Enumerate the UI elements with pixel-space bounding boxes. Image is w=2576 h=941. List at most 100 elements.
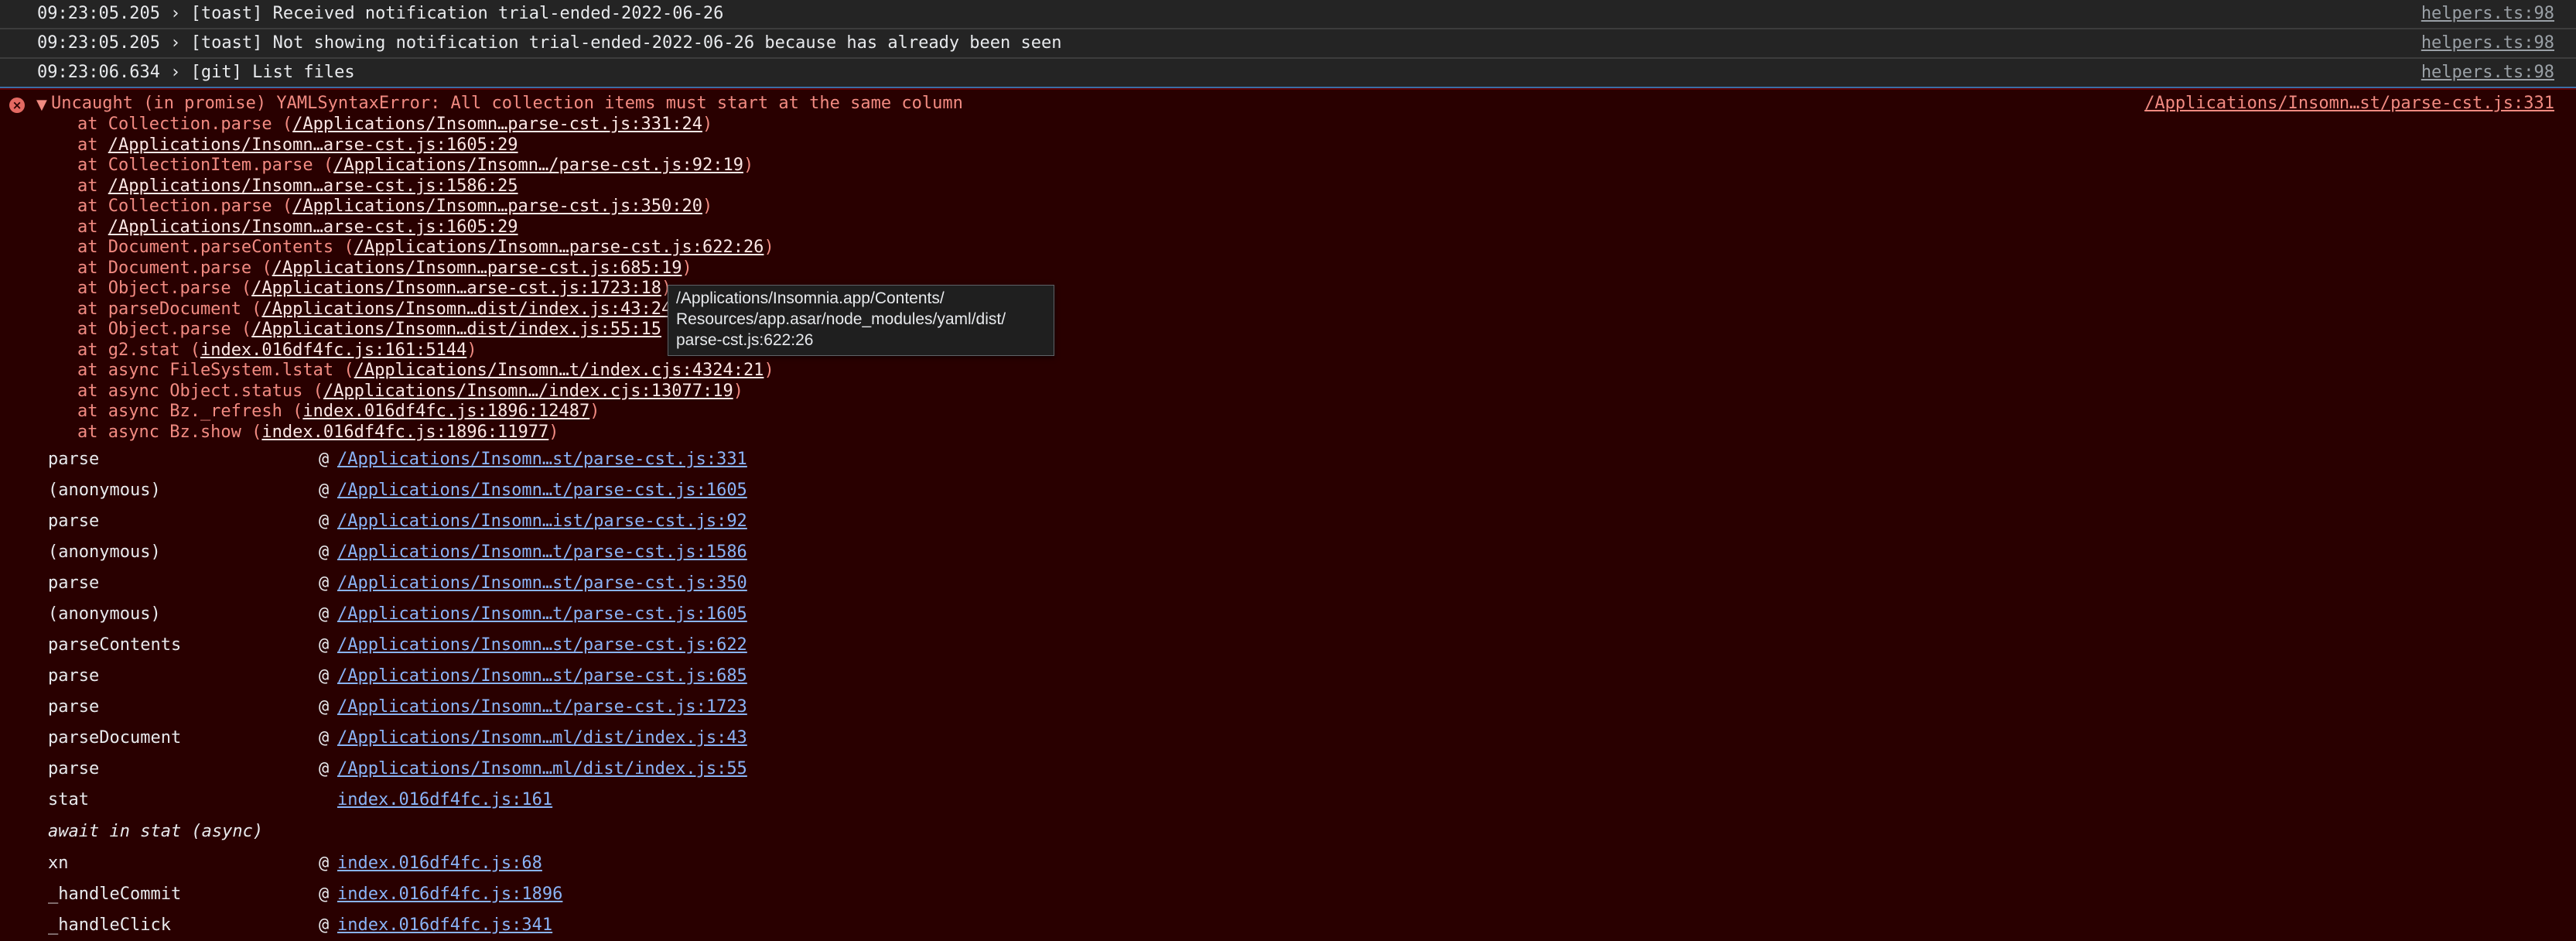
stack-function-name: _handleCommit: [48, 885, 182, 904]
trace-link[interactable]: index.016df4fc.js:1896:12487: [302, 402, 589, 421]
trace-link[interactable]: index.016df4fc.js:161:5144: [200, 340, 466, 360]
trace-line: at /Applications/Insomn…arse-cst.js:1586…: [77, 176, 518, 197]
stack-source-link[interactable]: /Applications/Insomn…t/parse-cst.js:1605: [337, 599, 747, 630]
log-source-link[interactable]: helpers.ts:98: [2421, 4, 2554, 23]
stack-source-link[interactable]: /Applications/Insomn…ml/dist/index.js:55: [337, 754, 747, 785]
trace-link[interactable]: /Applications/Insomn…/parse-cst.js:92:19: [333, 156, 743, 175]
at-symbol: @: [319, 666, 330, 686]
trace-link[interactable]: /Applications/Insomn…t/index.cjs:4324:21: [354, 361, 764, 380]
stack-function-name: parse: [48, 666, 100, 686]
error-entry: × ▼ Uncaught (in promise) YAMLSyntaxErro…: [0, 88, 2576, 935]
trace-prefix: at: [77, 135, 108, 155]
log-message: 09:23:05.205 › [toast] Received notifica…: [37, 4, 724, 23]
at-symbol: @: [319, 854, 330, 873]
stack-source-link[interactable]: /Applications/Insomn…t/parse-cst.js:1723: [337, 692, 747, 723]
at-symbol: @: [319, 512, 330, 531]
stack-function-name: parseContents: [48, 635, 182, 655]
stack-source-link[interactable]: /Applications/Insomn…t/parse-cst.js:1586: [337, 537, 747, 568]
trace-line: at async Object.status (/Applications/In…: [77, 382, 743, 402]
link-tooltip: /Applications/Insomnia.app/Contents/ Res…: [668, 285, 1054, 356]
trace-prefix: at async Object.status (: [77, 381, 323, 401]
trace-line: at Document.parse (/Applications/Insomn……: [77, 258, 692, 279]
at-symbol: @: [319, 573, 330, 593]
stack-source-link[interactable]: /Applications/Insomn…st/parse-cst.js:350: [337, 568, 747, 599]
stack-function-name: (anonymous): [48, 604, 161, 624]
log-message: 09:23:06.634 › [git] List files: [37, 63, 355, 82]
trace-prefix: at Document.parseContents (: [77, 238, 354, 257]
stack-frame: parse @ /Applications/Insomn…ml/dist/index…: [48, 754, 976, 785]
stack-frame: parse @ /Applications/Insomn…st/parse-cst.…: [48, 444, 976, 475]
stack-source-link[interactable]: index.016df4fc.js:68: [337, 848, 542, 879]
trace-prefix: at CollectionItem.parse (: [77, 156, 334, 175]
log-message: 09:23:05.205 › [toast] Not showing notif…: [37, 33, 1062, 53]
trace-line: at async Bz._refresh (index.016df4fc.js:…: [77, 402, 600, 422]
trace-link[interactable]: /Applications/Insomn…/index.cjs:13077:19: [323, 382, 733, 401]
trace-prefix: at g2.stat (: [77, 340, 200, 360]
stack-source-link[interactable]: index.016df4fc.js:1896: [337, 879, 562, 910]
stack-source-link[interactable]: index.016df4fc.js:161: [337, 785, 552, 816]
stack-function-name: stat: [48, 790, 89, 809]
trace-link[interactable]: /Applications/Insomn…arse-cst.js:1586:25: [108, 176, 518, 196]
stack-function-name: parse: [48, 573, 100, 593]
log-row-3[interactable]: 09:23:06.634 › [git] List files helpers.…: [0, 59, 2576, 88]
trace-link[interactable]: /Applications/Insomn…dist/index.js:43:24: [261, 299, 671, 319]
stack-source-link[interactable]: index.016df4fc.js:341: [337, 910, 552, 941]
stack-source-link[interactable]: /Applications/Insomn…ist/parse-cst.js:92: [337, 506, 747, 537]
at-symbol: @: [319, 481, 330, 500]
trace-link[interactable]: /Applications/Insomn…parse-cst.js:331:24: [292, 115, 702, 134]
stack-frame: parse @ /Applications/Insomn…t/parse-cst.j…: [48, 692, 976, 723]
trace-link[interactable]: index.016df4fc.js:1896:11977: [261, 423, 548, 442]
trace-link[interactable]: /Applications/Insomn…parse-cst.js:350:20: [292, 197, 702, 216]
stack-function-name: xn: [48, 854, 69, 873]
trace-suffix: ): [548, 422, 559, 442]
expand-triangle-icon[interactable]: ▼: [36, 97, 47, 113]
tooltip-line: Resources/app.asar/node_modules/yaml/dis…: [676, 310, 1006, 328]
trace-prefix: at async FileSystem.lstat (: [77, 361, 354, 380]
trace-suffix: ): [764, 361, 774, 380]
stack-frame: parse @ /Applications/Insomn…ist/parse-cst…: [48, 506, 976, 537]
trace-prefix: at Document.parse (: [77, 258, 272, 278]
trace-prefix: at Object.parse (: [77, 320, 252, 339]
stack-source-link[interactable]: /Applications/Insomn…st/parse-cst.js:685: [337, 661, 747, 692]
trace-line: at async FileSystem.lstat (/Applications…: [77, 361, 774, 381]
trace-link[interactable]: /Applications/Insomn…parse-cst.js:685:19: [272, 258, 682, 278]
stack-source-link[interactable]: /Applications/Insomn…t/parse-cst.js:1605: [337, 475, 747, 506]
trace-suffix: ): [733, 381, 743, 401]
stack-source-link[interactable]: /Applications/Insomn…st/parse-cst.js:622: [337, 630, 747, 661]
trace-prefix: at: [77, 176, 108, 196]
trace-suffix: ): [702, 197, 713, 216]
log-source-link[interactable]: helpers.ts:98: [2421, 33, 2554, 53]
stack-frame: parseContents @ /Applications/Insomn…st/pa…: [48, 630, 976, 661]
trace-link[interactable]: /Applications/Insomn…arse-cst.js:1605:29: [108, 217, 518, 237]
trace-link[interactable]: /Applications/Insomn…arse-cst.js:1605:29: [108, 135, 518, 155]
trace-prefix: at Collection.parse (: [77, 115, 293, 134]
trace-prefix: at Collection.parse (: [77, 197, 293, 216]
trace-line: at async Bz.show (index.016df4fc.js:1896…: [77, 423, 559, 443]
log-row-1[interactable]: 09:23:05.205 › [toast] Received notifica…: [0, 0, 2576, 29]
stack-frame: (anonymous) @ /Applications/Insomn…t/parse…: [48, 537, 976, 568]
trace-suffix: ): [589, 402, 600, 421]
stack-function-name: (anonymous): [48, 481, 161, 500]
at-symbol: @: [319, 450, 330, 469]
stack-frame: parse @ /Applications/Insomn…st/parse-cst.…: [48, 568, 976, 599]
stack-function-name: parse: [48, 450, 100, 469]
trace-suffix: ): [466, 340, 477, 360]
tooltip-line: parse-cst.js:622:26: [676, 331, 814, 349]
error-source-link[interactable]: /Applications/Insomn…st/parse-cst.js:331: [2144, 94, 2554, 113]
log-source-link[interactable]: helpers.ts:98: [2421, 63, 2554, 82]
at-symbol: @: [319, 759, 330, 778]
stack-source-link[interactable]: /Applications/Insomn…ml/dist/index.js:43: [337, 723, 747, 754]
stack-source-link[interactable]: /Applications/Insomn…st/parse-cst.js:331: [337, 444, 747, 475]
at-symbol: @: [319, 635, 330, 655]
trace-link[interactable]: /Applications/Insomn…parse-cst.js:622:26: [354, 238, 764, 257]
at-symbol: @: [319, 885, 330, 904]
trace-suffix: ): [702, 115, 713, 134]
log-row-2[interactable]: 09:23:05.205 › [toast] Not showing notif…: [0, 29, 2576, 59]
trace-prefix: at Object.parse (: [77, 279, 252, 298]
stack-function-name: parseDocument: [48, 728, 182, 748]
trace-link[interactable]: /Applications/Insomn…dist/index.js:55:15: [251, 320, 661, 339]
at-symbol: @: [319, 604, 330, 624]
stack-frame: _handleCommit @ index.016df4fc.js:1896: [48, 879, 976, 910]
trace-link[interactable]: /Applications/Insomn…arse-cst.js:1723:18: [251, 279, 661, 298]
stack-frame: parseDocument @ /Applications/Insomn…ml/di…: [48, 723, 976, 754]
